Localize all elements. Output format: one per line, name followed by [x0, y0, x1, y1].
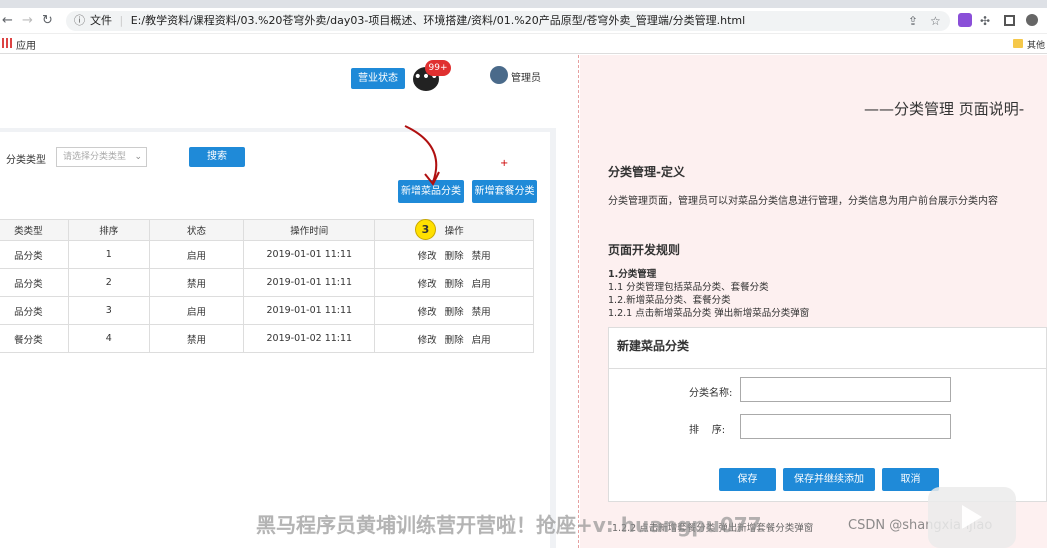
select-placeholder: 请选择分类类型	[63, 152, 127, 162]
extension-icon[interactable]	[958, 13, 972, 27]
doc-page-title: ——分类管理 页面说明-	[864, 100, 1025, 118]
apps-icon[interactable]	[2, 38, 12, 48]
reload-icon[interactable]: ↻	[42, 8, 53, 34]
url-divider: |	[119, 14, 124, 27]
cell-status: 启用	[148, 240, 245, 269]
info-icon: ⓘ	[74, 14, 85, 27]
url-field[interactable]: ⓘ 文件 | E:/教学资料/课程资料/03.%20苍穹外卖/day03-项目概…	[66, 11, 950, 31]
cell-actions: 修改 删除 启用	[374, 324, 534, 353]
promo-watermark: 黑马程序员黄埔训练营开营啦！抢座+v: huangpu077	[256, 513, 762, 537]
cell-actions: 修改 删除 禁用	[374, 296, 534, 325]
row-action-link[interactable]: 修改	[418, 279, 437, 290]
category-name-input[interactable]	[740, 377, 951, 402]
bookmark-apps[interactable]: 应用	[16, 37, 36, 52]
cell-type: 品分类	[0, 296, 69, 325]
table-row: 品分类 1 启用 2019-01-01 11:11 修改 删除 禁用	[0, 240, 534, 269]
rule-1-2: 1.2.新增菜品分类、套餐分类	[608, 295, 731, 306]
row-action-link[interactable]: 删除	[445, 307, 464, 318]
puzzle-icon[interactable]: ✣	[980, 8, 990, 34]
sort-input[interactable]	[740, 414, 951, 439]
sidebar-icon[interactable]	[1004, 15, 1015, 26]
profile-icon[interactable]	[1026, 14, 1038, 26]
chevron-down-icon: ⌄	[134, 152, 142, 162]
column-header: 排序	[67, 219, 150, 241]
table-row: 餐分类 4 禁用 2019-01-02 11:11 修改 删除 启用	[0, 324, 534, 353]
admin-name[interactable]: 管理员	[511, 69, 541, 84]
cell-type: 品分类	[0, 268, 69, 297]
dialog-title: 新建菜品分类	[617, 339, 690, 353]
back-icon[interactable]: ←	[2, 8, 13, 34]
annotation-arrow	[404, 125, 440, 186]
url-text: E:/教学资料/课程资料/03.%20苍穹外卖/day03-项目概述、环境搭建/…	[130, 14, 746, 27]
video-play-overlay[interactable]	[928, 487, 1016, 548]
column-header: 操作时间	[243, 219, 376, 241]
cell-actions: 修改 删除 启用	[374, 268, 534, 297]
share-icon[interactable]: ⇪	[908, 8, 918, 34]
category-type-label: 分类类型	[6, 155, 46, 166]
cell-status: 禁用	[148, 268, 245, 297]
new-dish-category-dialog: 新建菜品分类 分类名称: 排 序: 保存 保存并继续添加 取消	[608, 327, 1047, 502]
cell-time: 2019-01-01 11:11	[243, 268, 376, 297]
plus-mark: +	[500, 158, 509, 169]
row-action-link[interactable]: 删除	[445, 335, 464, 346]
row-action-link[interactable]: 删除	[445, 251, 464, 262]
save-continue-button[interactable]: 保存并继续添加	[783, 468, 875, 491]
avatar[interactable]	[490, 66, 508, 84]
file-label: 文件	[90, 14, 112, 27]
browser-tab-strip	[0, 0, 1047, 8]
row-action-link[interactable]: 启用	[472, 335, 491, 346]
definition-text: 分类管理页面，管理员可以对菜品分类信息进行管理，分类信息为用户前台展示分类内容	[608, 196, 998, 207]
category-type-select[interactable]: 请选择分类类型 ⌄	[56, 147, 147, 167]
cell-time: 2019-01-01 11:11	[243, 240, 376, 269]
notification-badge: 99+	[425, 60, 451, 76]
forward-icon[interactable]: →	[22, 8, 33, 34]
table-row: 品分类 2 禁用 2019-01-01 11:11 修改 删除 启用	[0, 268, 534, 297]
cancel-button[interactable]: 取消	[882, 468, 939, 491]
bookmark-other[interactable]: 其他	[1027, 38, 1045, 51]
cell-sort: 2	[67, 268, 150, 297]
cell-sort: 1	[67, 240, 150, 269]
step-marker: 3	[415, 219, 436, 240]
sort-label: 排 序:	[689, 425, 726, 436]
bookmarks-bar: 应用 其他	[0, 34, 1047, 54]
folder-icon	[1013, 39, 1023, 48]
cell-sort: 4	[67, 324, 150, 353]
table-row: 品分类 3 启用 2019-01-01 11:11 修改 删除 禁用	[0, 296, 534, 325]
row-action-link[interactable]: 禁用	[472, 251, 491, 262]
row-action-link[interactable]: 禁用	[472, 307, 491, 318]
column-header: 操作	[374, 219, 534, 241]
save-button[interactable]: 保存	[719, 468, 776, 491]
cell-type: 餐分类	[0, 324, 69, 353]
address-bar-row: ← → ↻ ⓘ 文件 | E:/教学资料/课程资料/03.%20苍穹外卖/day…	[0, 8, 1047, 34]
row-action-link[interactable]: 修改	[418, 307, 437, 318]
rules-heading: 页面开发规则	[608, 243, 681, 257]
play-icon	[962, 505, 982, 529]
name-label: 分类名称:	[689, 388, 733, 399]
cell-time: 2019-01-02 11:11	[243, 324, 376, 353]
cell-type: 品分类	[0, 240, 69, 269]
column-header: 状态	[148, 219, 245, 241]
row-action-link[interactable]: 启用	[472, 279, 491, 290]
cell-actions: 修改 删除 禁用	[374, 240, 534, 269]
category-table: 类类型 排序 状态 操作时间 操作 品分类 1 启用 2019-01-01 11:11 修改 删除…	[0, 219, 534, 353]
cell-status: 禁用	[148, 324, 245, 353]
page-divider	[578, 55, 579, 548]
definition-heading: 分类管理-定义	[608, 165, 685, 179]
rule-1-2-1: 1.2.1 点击新增菜品分类 弹出新增菜品分类弹窗	[608, 308, 810, 319]
star-icon[interactable]: ☆	[930, 8, 941, 34]
cell-time: 2019-01-01 11:11	[243, 296, 376, 325]
rule-1-1: 1.1 分类管理包括菜品分类、套餐分类	[608, 282, 769, 293]
row-action-link[interactable]: 修改	[418, 335, 437, 346]
business-status-button[interactable]: 营业状态	[351, 68, 405, 89]
row-action-link[interactable]: 删除	[445, 279, 464, 290]
search-button[interactable]: 搜索	[189, 147, 245, 167]
rule-1: 1.分类管理	[608, 269, 657, 280]
cell-status: 启用	[148, 296, 245, 325]
column-header: 类类型	[0, 219, 69, 241]
row-action-link[interactable]: 修改	[418, 251, 437, 262]
add-setmeal-category-button[interactable]: 新增套餐分类	[472, 180, 537, 203]
cell-sort: 3	[67, 296, 150, 325]
